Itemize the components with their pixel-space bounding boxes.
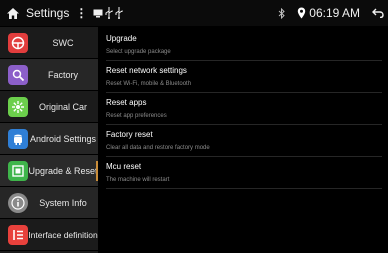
sidebar-item-label: Interface definition (28, 229, 98, 240)
gear-flower-icon (8, 96, 28, 117)
usb-icon (115, 7, 123, 19)
option-title: Upgrade (106, 34, 137, 43)
reset-apps-option[interactable]: Reset apps Reset app preferences (106, 93, 382, 125)
option-title: Factory reset (106, 130, 153, 139)
cast-icon (93, 9, 103, 18)
sidebar-item-label: Original Car (38, 101, 87, 112)
usb-icon (105, 7, 113, 19)
sidebar-item-system-info[interactable]: System Info (0, 187, 98, 219)
option-subtitle: Reset Wi-Fi, mobile & Bluetooth (106, 81, 192, 87)
sidebar-item-label: Factory (47, 69, 78, 80)
home-icon[interactable] (6, 6, 20, 20)
android-icon (8, 128, 28, 149)
option-subtitle: Select upgrade package (106, 49, 171, 55)
factory-icon (8, 64, 28, 85)
option-title: Reset apps (106, 98, 147, 107)
sidebar-item-android-settings[interactable]: Android Settings (0, 123, 98, 155)
sidebar: SWC Factory Original Car Android Setting… (0, 27, 98, 253)
upgrade-icon (8, 160, 28, 181)
sidebar-item-label: Upgrade & Reset (28, 165, 98, 176)
info-icon (8, 192, 28, 213)
option-title: Mcu reset (106, 162, 142, 171)
location-icon (297, 7, 306, 19)
upgrade-option[interactable]: Upgrade Select upgrade package (106, 29, 382, 61)
back-icon[interactable] (372, 8, 384, 18)
factory-reset-option[interactable]: Factory reset Clear all data and restore… (106, 125, 382, 157)
more-menu-button[interactable]: ⋮ (75, 6, 87, 20)
clock: 06:19 AM (309, 6, 360, 20)
interface-icon (8, 224, 28, 245)
sidebar-item-interface-definition[interactable]: Interface definition (0, 219, 98, 251)
page-title: Settings (26, 6, 70, 20)
mcu-reset-option[interactable]: Mcu reset The machine will restart (106, 157, 382, 189)
settings-list: Upgrade Select upgrade package Reset net… (106, 29, 382, 189)
sidebar-item-swc[interactable]: SWC (0, 27, 98, 59)
sidebar-item-factory[interactable]: Factory (0, 59, 98, 91)
bluetooth-icon (278, 7, 286, 19)
sidebar-item-label: Android Settings (29, 133, 97, 144)
option-title: Reset network settings (106, 66, 187, 75)
steering-wheel-icon (8, 32, 28, 53)
sidebar-item-label: SWC (52, 37, 74, 48)
sidebar-item-upgrade-reset[interactable]: Upgrade & Reset (0, 155, 98, 187)
status-bar: Settings ⋮ 06:19 AM (0, 0, 388, 26)
option-subtitle: Clear all data and restore factory mode (106, 145, 210, 151)
sidebar-item-original-car[interactable]: Original Car (0, 91, 98, 123)
option-subtitle: Reset app preferences (106, 113, 167, 119)
sidebar-item-label: System Info (39, 197, 87, 208)
option-subtitle: The machine will restart (106, 177, 170, 183)
reset-network-settings-option[interactable]: Reset network settings Reset Wi-Fi, mobi… (106, 61, 382, 93)
